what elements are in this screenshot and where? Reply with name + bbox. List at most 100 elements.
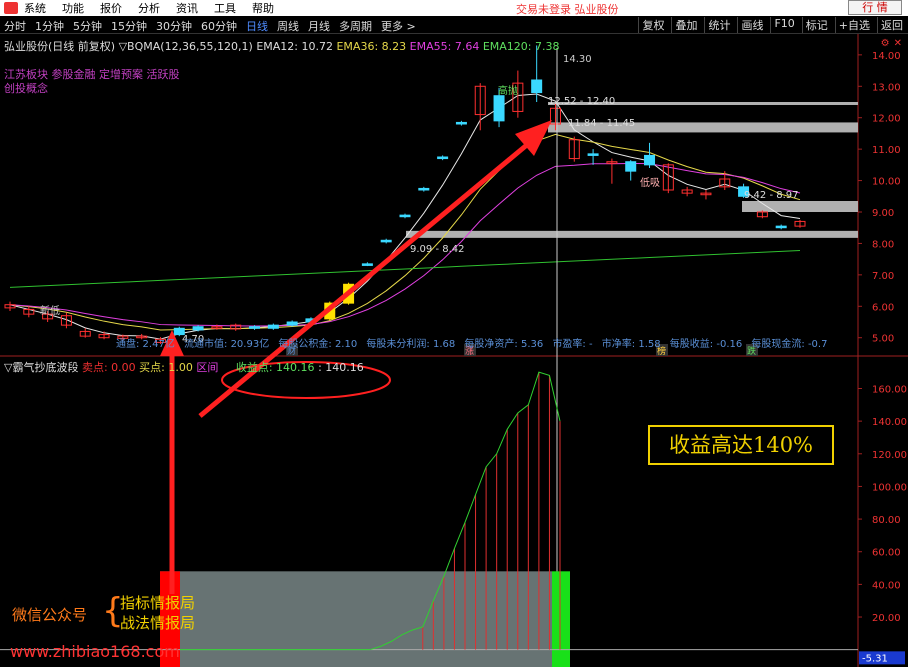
price-annotation: 高抛	[498, 84, 518, 97]
profit-point-2: : 140.16	[318, 361, 364, 374]
app-logo-icon	[4, 2, 18, 14]
candle-body	[361, 263, 373, 266]
price-tick-label: 9.00	[872, 208, 894, 219]
candle-body	[399, 214, 411, 218]
menu-item-quote[interactable]: 报价	[100, 0, 122, 16]
tool-add-watch-button[interactable]: +自选	[834, 17, 873, 33]
login-status: 交易未登录 弘业股份	[516, 3, 619, 16]
candle-body	[380, 239, 392, 243]
price-annotation: 9.42 - 8.97	[744, 190, 799, 201]
candle-body	[644, 154, 656, 166]
period-tab-15min[interactable]: 15分钟	[111, 18, 147, 34]
menu-item-system[interactable]: 系统	[24, 0, 46, 16]
stock-name[interactable]: 弘业股份(日线 前复权)	[4, 40, 115, 53]
fund-item: 每股净资产: 5.36	[464, 339, 544, 350]
ema55-value: EMA55: 7.64	[409, 40, 480, 53]
period-tab-multi[interactable]: 多周期	[339, 18, 372, 34]
fund-item: 每股现金流: -0.7	[751, 339, 828, 350]
ema-line	[9, 249, 801, 288]
period-tab-60min[interactable]: 60分钟	[201, 18, 237, 34]
sub-tick-label: 160.00	[872, 384, 907, 395]
sub-tick-label: 60.00	[872, 548, 901, 559]
ema36-value: EMA36: 8.23	[336, 40, 407, 53]
indicator-line: 弘业股份(日线 前复权) ▽BQMA(12,36,55,120,1) EMA12…	[4, 38, 559, 54]
candle-body	[418, 187, 430, 191]
menu-item-news[interactable]: 资讯	[176, 0, 198, 16]
price-annotation: 新低	[40, 304, 60, 317]
price-zone-band	[742, 201, 858, 212]
period-tab-weekly[interactable]: 周线	[277, 18, 299, 34]
tool-mark-button[interactable]: 标记	[801, 17, 831, 33]
menu-bar: 系统 功能 报价 分析 资讯 工具 帮助	[0, 0, 290, 16]
wechat-label: 微信公众号	[12, 606, 88, 624]
sell-signal-bar	[552, 571, 570, 667]
tool-f10-button[interactable]: F10	[770, 17, 797, 33]
candle-body	[775, 225, 787, 229]
candle-body	[267, 324, 279, 329]
tool-rights-button[interactable]: 复权	[638, 17, 667, 33]
candle-body	[455, 121, 467, 125]
candle-body	[587, 153, 599, 156]
period-tab-5min[interactable]: 5分钟	[73, 18, 102, 34]
arrow-diag-shaft	[198, 142, 530, 418]
candle-body	[192, 326, 204, 331]
tool-stats-button[interactable]: 统计	[704, 17, 733, 33]
chart-canvas[interactable]: 14.00 13.00 12.00 11.00 10.00 9.00 8.00 7.00 6.0…	[0, 34, 908, 667]
menu-item-tools[interactable]: 工具	[214, 0, 236, 16]
price-annotation: 14.30	[563, 54, 592, 65]
candle-body	[625, 161, 637, 172]
sub-tick-label: 140.00	[872, 417, 907, 428]
price-annotation: 9.09 - 8.42	[410, 244, 465, 255]
price-tick-label: 11.00	[872, 145, 901, 156]
profit-callout: 收益高达140%	[648, 425, 834, 465]
settings-icon[interactable]: ⚙	[881, 38, 890, 49]
candle-body	[531, 79, 543, 94]
sub-indicator-name[interactable]: ▽霸气抄底波段	[4, 361, 78, 374]
fundamentals-row: 通盘: 2.47亿 流通市值: 20.93亿 每股公积金: 2.10 每股未分利…	[116, 335, 833, 350]
period-tab-daily[interactable]: 日线	[246, 18, 268, 34]
candle-body	[493, 95, 505, 122]
menu-item-function[interactable]: 功能	[62, 0, 84, 16]
period-tab-more[interactable]: 更多 >	[381, 18, 416, 34]
price-zone-band	[406, 230, 858, 238]
price-tick-label: 6.00	[872, 302, 894, 313]
period-tab-1min[interactable]: 1分钟	[35, 18, 64, 34]
period-tabs: 分时 1分钟 5分钟 15分钟 30分钟 60分钟 日线 周线 月线 多周期 更…	[4, 18, 425, 34]
period-tab-monthly[interactable]: 月线	[308, 18, 330, 34]
ma-formula[interactable]: ▽BQMA(12,36,55,120,1)	[119, 40, 253, 53]
wechat-accounts: 指标情报局 战法情报局	[120, 593, 195, 633]
price-tick-label: 5.00	[872, 334, 894, 345]
right-toolbar: 复权 叠加 统计 画线 F10 标记 +自选 返回	[634, 17, 906, 33]
price-tick-label: 12.00	[872, 114, 901, 125]
price-annotation: 低吸	[640, 176, 660, 189]
sell-point: 卖点: 0.00	[81, 361, 136, 374]
fund-item: 每股公积金: 2.10	[278, 339, 358, 350]
menu-item-analysis[interactable]: 分析	[138, 0, 160, 16]
fund-item: 流通市值: 20.93亿	[184, 339, 270, 350]
price-tick-label: 13.00	[872, 82, 901, 93]
period-tab-timeshare[interactable]: 分时	[4, 18, 26, 34]
price-tick-label: 7.00	[872, 271, 894, 282]
panel-window-icons: ⚙ ✕	[881, 38, 902, 49]
menu-item-help[interactable]: 帮助	[252, 0, 274, 16]
tool-overlay-button[interactable]: 叠加	[671, 17, 700, 33]
wechat-account: 指标情报局	[120, 594, 196, 612]
price-tick-label: 14.00	[872, 51, 901, 62]
period-tab-30min[interactable]: 30分钟	[156, 18, 192, 34]
close-icon[interactable]: ✕	[894, 38, 902, 49]
quote-button[interactable]: 行 情	[848, 0, 902, 15]
wechat-account: 战法情报局	[120, 614, 196, 632]
last-value-label: -5.31	[862, 653, 888, 664]
profit-point: 收益点: 140.16	[235, 361, 315, 374]
candle-body	[286, 321, 298, 326]
tag-line: 江苏板块 参股金融 定增预案 活跃股	[4, 68, 180, 81]
fund-item: 通盘: 2.47亿	[116, 339, 175, 350]
tool-draw-button[interactable]: 画线	[737, 17, 766, 33]
fund-item: 市盈率: -	[552, 339, 593, 350]
tool-back-button[interactable]: 返回	[877, 17, 906, 33]
candle-body	[249, 326, 261, 329]
buy-point: 买点: 1.00	[139, 361, 193, 374]
ema12-value: EMA12: 10.72	[256, 40, 333, 53]
sub-indicator-header: ▽霸气抄底波段 卖点: 0.00 买点: 1.00 区间 收益点: 140.16…	[4, 359, 364, 375]
ema120-value: EMA120: 7.38	[482, 40, 560, 53]
